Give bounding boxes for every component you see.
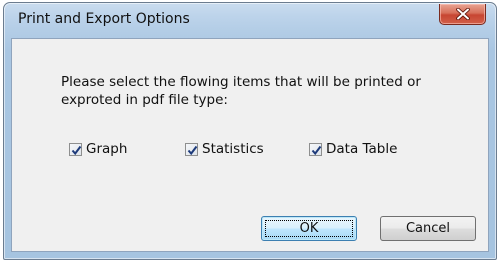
- statistics-checkbox[interactable]: Statistics: [185, 140, 264, 158]
- checkbox-box[interactable]: [185, 142, 198, 156]
- checkmark-icon: [187, 145, 198, 155]
- title-bar[interactable]: Print and Export Options: [4, 3, 496, 38]
- dialog-window: Print and Export Options Please select t…: [3, 2, 497, 260]
- data-table-checkbox[interactable]: Data Table: [309, 140, 397, 158]
- close-button[interactable]: [439, 4, 486, 25]
- instruction-line-2: exproted in pdf file type:: [61, 92, 228, 108]
- instruction-line-1: Please select the flowing items that wil…: [61, 74, 421, 90]
- ok-button[interactable]: OK: [261, 216, 357, 241]
- checkmark-icon: [311, 145, 322, 155]
- graph-label: Graph: [86, 141, 128, 157]
- window-title: Print and Export Options: [18, 11, 190, 27]
- checkbox-box[interactable]: [309, 142, 322, 156]
- instruction-text: Please select the flowing items that wil…: [61, 73, 481, 109]
- close-icon: [456, 8, 470, 20]
- cancel-button-label: Cancel: [405, 221, 451, 236]
- checkbox-box[interactable]: [69, 142, 82, 156]
- dialog-content: Please select the flowing items that wil…: [11, 38, 489, 252]
- statistics-label: Statistics: [202, 141, 264, 157]
- graph-checkbox[interactable]: Graph: [69, 140, 127, 158]
- checkmark-icon: [71, 145, 82, 155]
- ok-button-label: OK: [299, 221, 319, 236]
- data-table-label: Data Table: [326, 141, 398, 157]
- cancel-button[interactable]: Cancel: [380, 216, 476, 241]
